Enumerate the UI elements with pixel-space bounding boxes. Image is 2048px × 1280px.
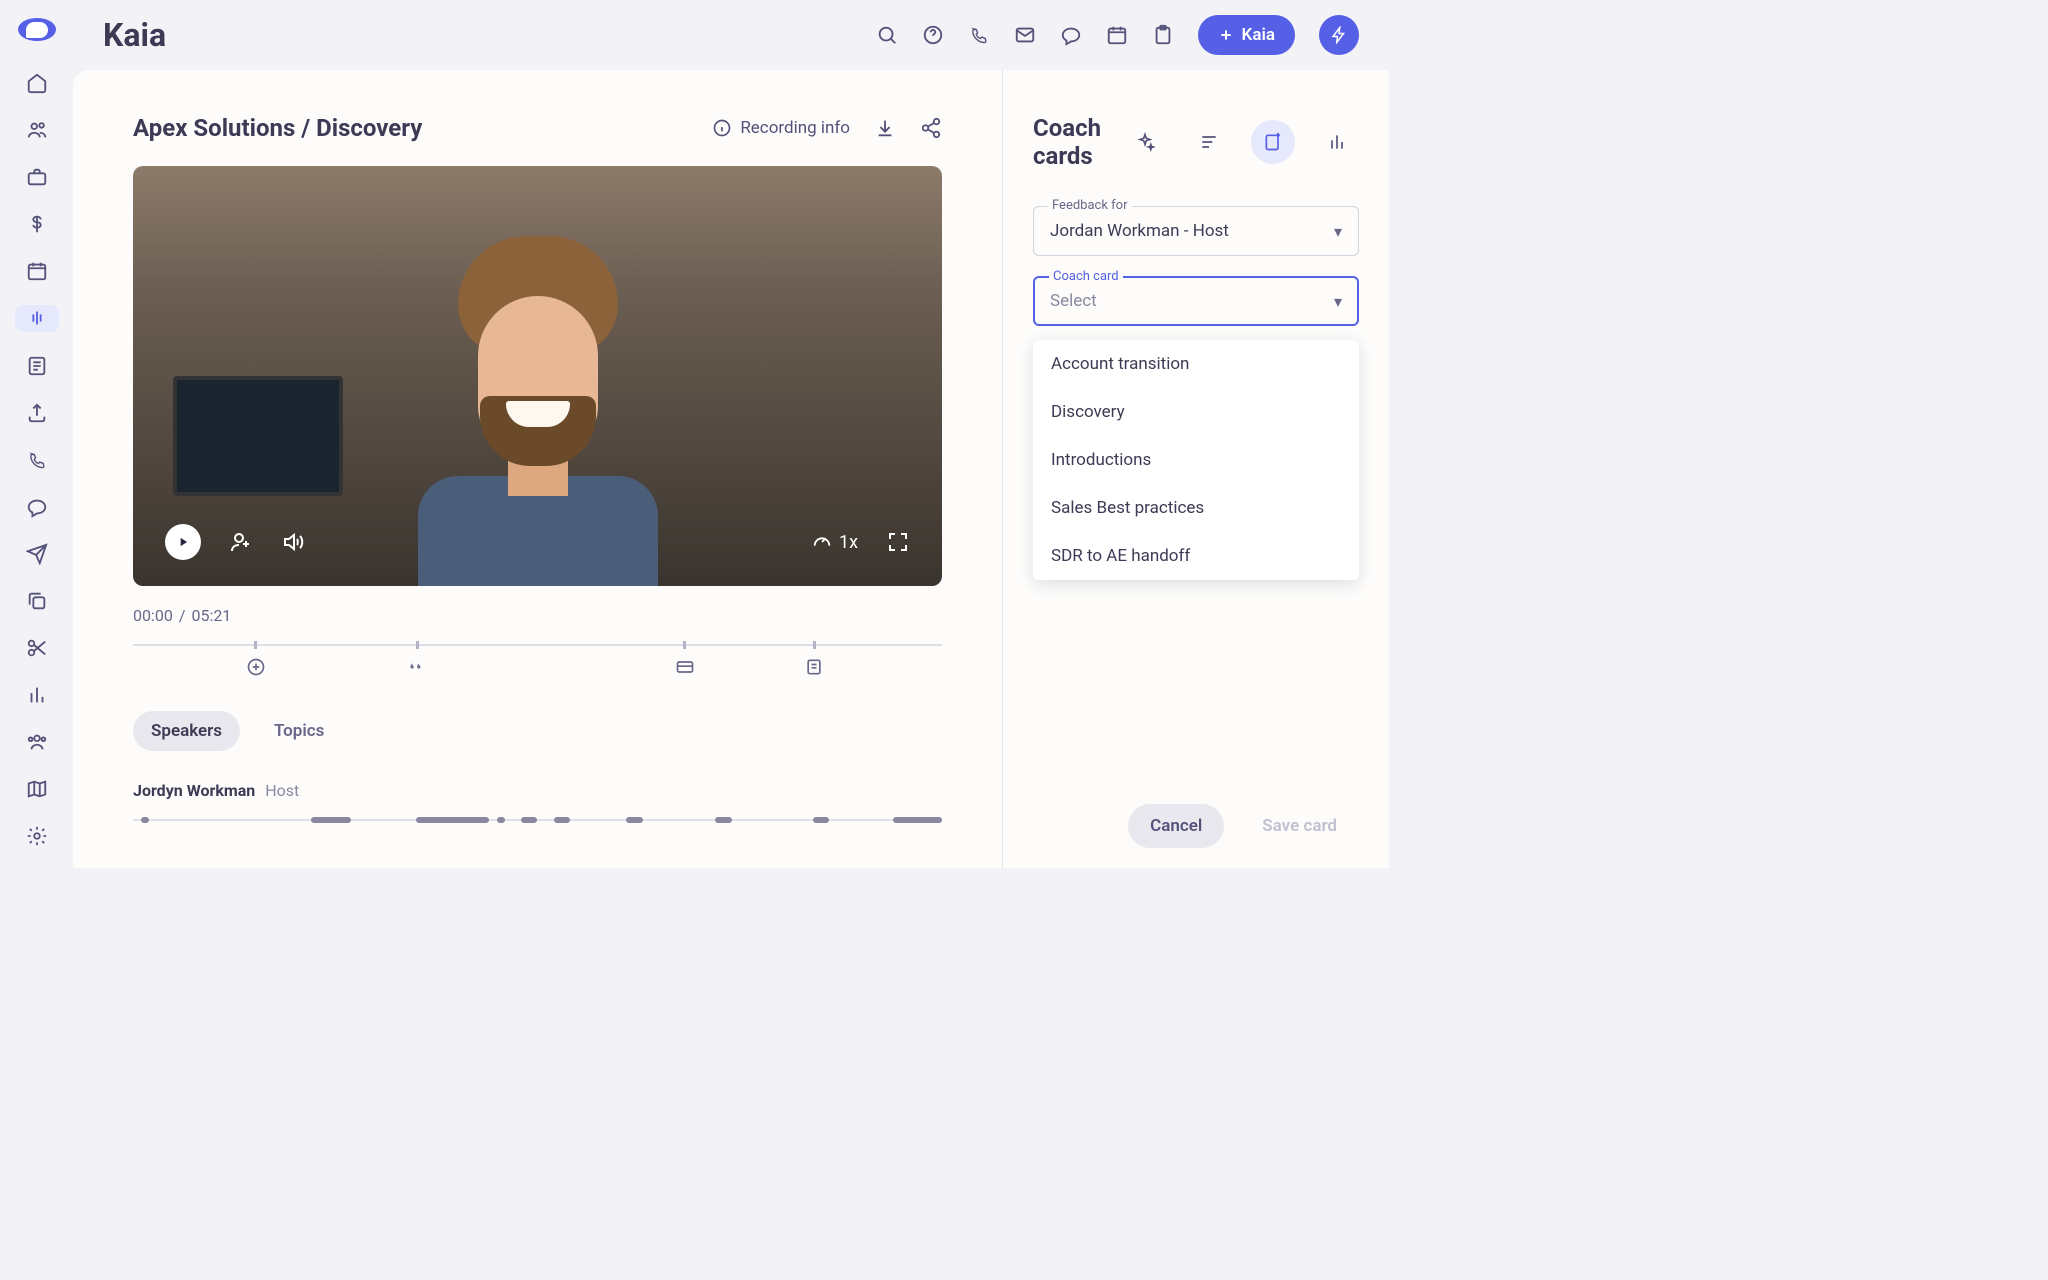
fullscreen-icon[interactable]: [886, 530, 910, 554]
save-card-button: Save card: [1240, 804, 1359, 848]
time-total: 05:21: [191, 606, 231, 625]
add-person-icon[interactable]: [229, 530, 253, 554]
info-icon: [712, 118, 732, 138]
speed-value: 1x: [839, 532, 858, 553]
tab-speakers[interactable]: Speakers: [133, 711, 240, 751]
tab-topics[interactable]: Topics: [256, 711, 342, 751]
sidebar-item-dollar[interactable]: [15, 211, 59, 238]
video-player[interactable]: 1x: [133, 166, 942, 586]
recording-info-label: Recording info: [740, 118, 850, 138]
list-icon[interactable]: [1187, 120, 1231, 164]
timeline-markers: [133, 657, 942, 681]
sidebar-item-settings[interactable]: [15, 823, 59, 850]
coach-card-label: Coach card: [1049, 269, 1123, 284]
marker-note-icon[interactable]: [804, 657, 824, 677]
time-current: 00:00: [133, 606, 173, 625]
sidebar-item-chart[interactable]: [15, 682, 59, 709]
speaker-row: Jordyn Workman Host: [133, 781, 942, 824]
clipboard-icon[interactable]: [1152, 24, 1174, 46]
sidebar-item-group[interactable]: [15, 729, 59, 756]
cancel-button[interactable]: Cancel: [1128, 804, 1224, 848]
sidebar-item-export[interactable]: [15, 399, 59, 426]
play-button[interactable]: [165, 524, 201, 560]
coach-panel: Coach cards Feedback for Jordan Workman …: [1003, 70, 1389, 868]
recording-panel: Apex Solutions / Discovery Recording inf…: [73, 70, 1003, 868]
breadcrumb: Apex Solutions / Discovery: [133, 114, 688, 142]
search-icon[interactable]: [876, 24, 898, 46]
sidebar-item-people[interactable]: [15, 117, 59, 144]
sidebar-item-notes[interactable]: [15, 352, 59, 379]
marker-card-icon[interactable]: [675, 657, 695, 677]
recording-info-button[interactable]: Recording info: [712, 118, 850, 138]
phone-icon[interactable]: [968, 24, 990, 46]
dropdown-option[interactable]: Discovery: [1033, 388, 1359, 436]
bolt-button[interactable]: [1319, 15, 1359, 55]
chevron-down-icon: ▾: [1334, 222, 1342, 241]
sparkle-icon[interactable]: [1123, 120, 1167, 164]
sidebar-item-map[interactable]: [15, 776, 59, 803]
page-title: Kaia: [103, 16, 166, 54]
dropdown-option[interactable]: Sales Best practices: [1033, 484, 1359, 532]
speaker-name: Jordyn Workman: [133, 781, 255, 800]
sidebar-item-copy[interactable]: [15, 587, 59, 614]
sidebar-item-briefcase[interactable]: [15, 164, 59, 191]
time-display: 00:00 / 05:21: [133, 606, 942, 625]
kaia-button-label: Kaia: [1242, 25, 1275, 45]
dropdown-option[interactable]: Account transition: [1033, 340, 1359, 388]
app-logo[interactable]: [18, 18, 56, 41]
marker-plus-icon[interactable]: [246, 657, 266, 677]
chat-icon[interactable]: [1060, 24, 1082, 46]
sidebar-item-home[interactable]: [15, 69, 59, 96]
tabs: Speakers Topics: [133, 711, 942, 751]
coach-card-select[interactable]: Coach card Select ▾: [1033, 276, 1359, 326]
sidebar-item-audio[interactable]: [15, 305, 59, 332]
download-icon[interactable]: [874, 117, 896, 139]
plus-icon: [1218, 27, 1234, 43]
feedback-for-value: Jordan Workman - Host: [1050, 221, 1334, 241]
gauge-icon: [811, 531, 833, 553]
timeline-track[interactable]: [133, 641, 942, 649]
sidebar-item-send[interactable]: [15, 540, 59, 567]
marker-quote-icon[interactable]: [408, 657, 428, 677]
coach-cards-title: Coach cards: [1033, 114, 1103, 170]
help-icon[interactable]: [922, 24, 944, 46]
top-bar: Kaia Kaia: [73, 0, 1389, 70]
dropdown-option[interactable]: SDR to AE handoff: [1033, 532, 1359, 580]
playback-speed[interactable]: 1x: [811, 531, 858, 553]
feedback-for-label: Feedback for: [1048, 198, 1132, 213]
share-icon[interactable]: [920, 117, 942, 139]
coach-card-dropdown: Account transition Discovery Introductio…: [1033, 340, 1359, 580]
calendar-icon[interactable]: [1106, 24, 1128, 46]
add-card-icon[interactable]: [1251, 120, 1295, 164]
coach-card-placeholder: Select: [1050, 291, 1334, 311]
volume-icon[interactable]: [281, 530, 305, 554]
speaker-waveform[interactable]: [133, 816, 942, 824]
sidebar-item-phone[interactable]: [15, 446, 59, 473]
sidebar: [0, 0, 73, 868]
stats-icon[interactable]: [1315, 120, 1359, 164]
sidebar-item-chat[interactable]: [15, 493, 59, 520]
sidebar-item-calendar[interactable]: [15, 258, 59, 285]
feedback-for-select[interactable]: Feedback for Jordan Workman - Host ▾: [1033, 206, 1359, 256]
sidebar-item-cut[interactable]: [15, 635, 59, 662]
mail-icon[interactable]: [1014, 24, 1036, 46]
chevron-down-icon: ▾: [1334, 292, 1342, 311]
speaker-role: Host: [265, 781, 299, 800]
new-kaia-button[interactable]: Kaia: [1198, 15, 1295, 55]
dropdown-option[interactable]: Introductions: [1033, 436, 1359, 484]
